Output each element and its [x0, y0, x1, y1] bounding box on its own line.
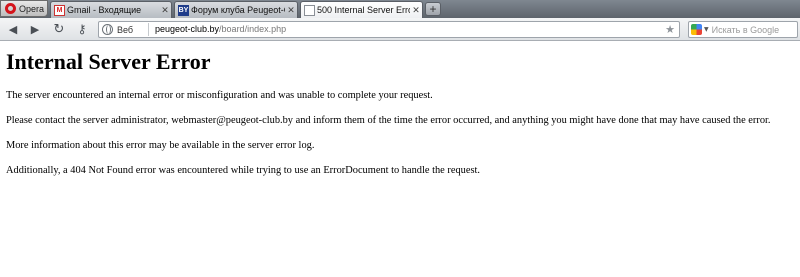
document-icon	[304, 4, 315, 16]
close-icon[interactable]: ✕	[410, 5, 422, 16]
error-paragraph: More information about this error may be…	[6, 140, 315, 151]
tab-label: Форум клуба Peugeot-C...	[191, 5, 285, 15]
address-field[interactable]: Веб peugeot-club.by/board/index.php ★	[98, 21, 680, 38]
page-title: Internal Server Error	[6, 49, 211, 74]
bookmark-star-icon[interactable]: ★	[665, 22, 675, 37]
chevron-down-icon[interactable]: ▼	[704, 26, 709, 33]
tab-server-error[interactable]: 500 Internal Server Error ✕	[300, 1, 423, 18]
close-icon[interactable]: ✕	[159, 5, 171, 16]
search-box[interactable]: ▼	[688, 21, 798, 38]
site-info-label: Веб	[117, 24, 134, 35]
new-tab-button[interactable]: +	[425, 2, 441, 16]
wand-button[interactable]: ⚷	[74, 22, 90, 36]
close-icon[interactable]: ✕	[285, 5, 297, 16]
address-url[interactable]: peugeot-club.by/board/index.php	[155, 24, 286, 34]
globe-icon	[102, 24, 113, 35]
reload-button[interactable]: ↻	[51, 22, 67, 36]
tab-label: 500 Internal Server Error	[317, 5, 410, 15]
plus-icon: +	[429, 2, 437, 16]
tab-gmail[interactable]: M Gmail - Входящие ✕	[50, 1, 172, 18]
key-icon: ⚷	[77, 22, 87, 36]
page-content: Internal Server Error The server encount…	[0, 42, 800, 277]
arrow-left-icon: ◀	[8, 22, 18, 36]
arrow-right-icon: ▶	[30, 22, 40, 36]
error-paragraph: Please contact the server administrator,…	[6, 115, 771, 126]
error-paragraph: The server encountered an internal error…	[6, 90, 433, 101]
error-paragraph: Additionally, a 404 Not Found error was …	[6, 165, 480, 176]
reload-icon: ↻	[53, 21, 65, 37]
site-info-badge[interactable]: Веб	[101, 23, 149, 36]
google-icon[interactable]	[691, 24, 702, 35]
by-icon: BY	[178, 4, 189, 16]
back-button[interactable]: ◀	[5, 22, 21, 36]
tab-bar: Opera M Gmail - Входящие ✕ BY Форум клуб…	[0, 0, 800, 18]
gmail-icon: M	[54, 4, 65, 16]
opera-logo-icon	[5, 3, 16, 14]
tab-peugeot-forum[interactable]: BY Форум клуба Peugeot-C... ✕	[174, 1, 298, 18]
url-path: /board/index.php	[219, 24, 287, 34]
url-host: peugeot-club.by	[155, 24, 220, 34]
search-input[interactable]	[711, 22, 790, 37]
tab-label: Gmail - Входящие	[67, 5, 142, 15]
opera-menu-button[interactable]: Opera	[0, 0, 48, 17]
opera-menu-label: Opera	[19, 3, 45, 14]
forward-button[interactable]: ▶	[27, 22, 43, 36]
navigation-bar: ◀ ▶ ↻ ⚷ Веб peugeot-club.by/board/index.…	[0, 18, 800, 41]
